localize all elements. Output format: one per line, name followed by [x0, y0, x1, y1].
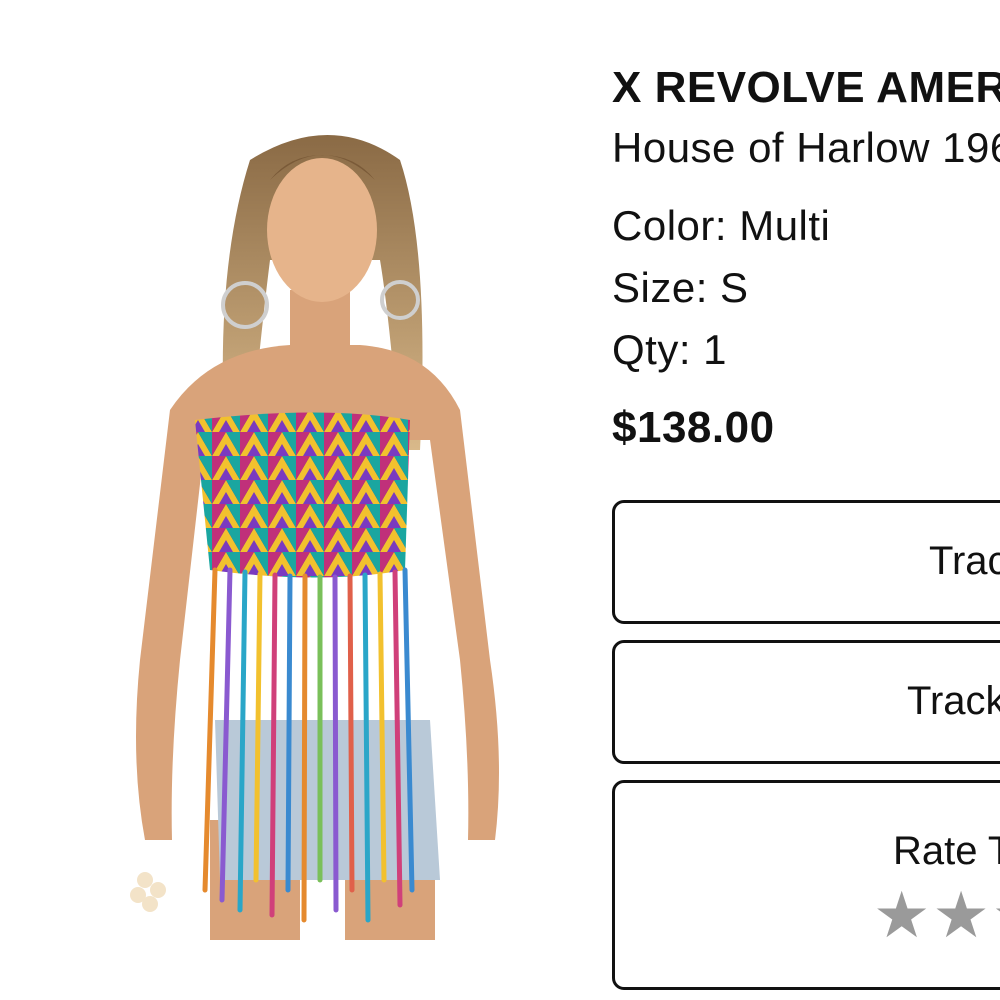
price: $138.00 [612, 403, 775, 452]
track-order-button[interactable]: Track Order [612, 500, 1000, 624]
track-package-button[interactable]: Track Package [612, 640, 1000, 764]
product-photo [130, 135, 499, 940]
color-label: Color: Multi [612, 202, 831, 249]
rate-item-label: Rate This Item [893, 829, 1000, 873]
brand-name[interactable]: House of Harlow 1960 [612, 122, 1000, 174]
order-item-details: X REVOLVE AMERICAS House of Harlow 1960 … [612, 60, 1000, 1000]
star-icon[interactable]: ★ [992, 881, 1000, 951]
star-icon[interactable]: ★ [932, 881, 991, 951]
star-rating[interactable]: ★★★★★ [873, 881, 1000, 951]
product-name: X REVOLVE AMERICAS [612, 63, 1000, 112]
track-package-label: Track Package [907, 679, 1000, 723]
track-order-label: Track Order [929, 539, 1000, 583]
quantity-label: Qty: 1 [612, 326, 728, 373]
product-image[interactable] [100, 120, 550, 940]
rate-item-panel: Rate This Item ★★★★★ [612, 780, 1000, 990]
order-item-page: X REVOLVE AMERICAS House of Harlow 1960 … [0, 0, 1000, 1000]
size-label: Size: S [612, 264, 749, 311]
star-icon[interactable]: ★ [873, 881, 932, 951]
